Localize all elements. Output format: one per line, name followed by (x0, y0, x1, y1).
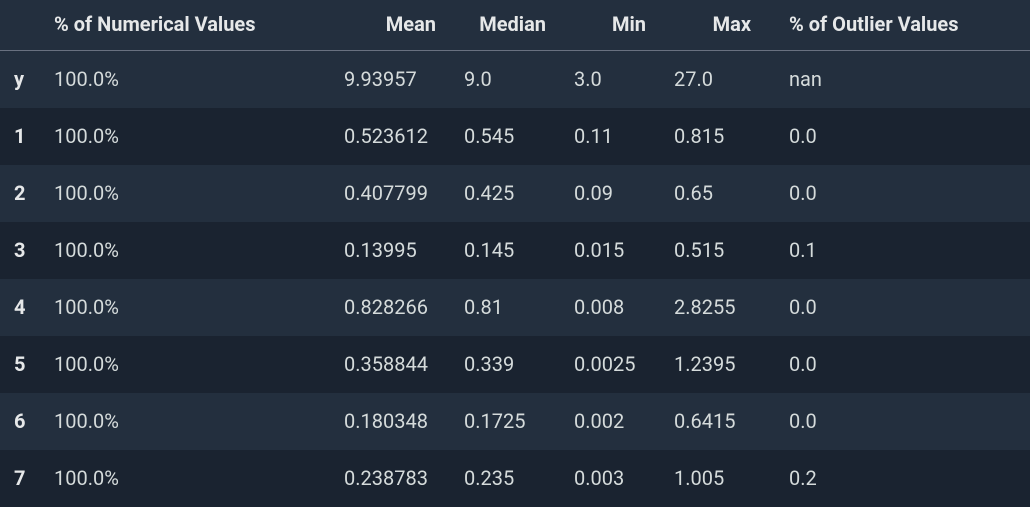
cell-max: 1.005 (660, 450, 765, 507)
table-body: y 100.0% 9.93957 9.0 3.0 27.0 nan 1 100.… (0, 51, 1030, 507)
cell-idx: 5 (0, 336, 40, 393)
table-header-row: % of Numerical Values Mean Median Min Ma… (0, 0, 1030, 51)
cell-pct-outlier: 0.0 (765, 279, 1030, 336)
table-row: 2 100.0% 0.407799 0.425 0.09 0.65 0.0 (0, 165, 1030, 222)
table-row: 3 100.0% 0.13995 0.145 0.015 0.515 0.1 (0, 222, 1030, 279)
stats-table: % of Numerical Values Mean Median Min Ma… (0, 0, 1030, 507)
cell-median: 0.81 (450, 279, 560, 336)
cell-median: 0.425 (450, 165, 560, 222)
header-median: Median (450, 0, 560, 51)
cell-pct-numerical: 100.0% (40, 51, 330, 108)
cell-max: 0.65 (660, 165, 765, 222)
cell-min: 0.015 (560, 222, 660, 279)
cell-max: 0.6415 (660, 393, 765, 450)
cell-pct-numerical: 100.0% (40, 450, 330, 507)
cell-median: 0.235 (450, 450, 560, 507)
cell-idx: 2 (0, 165, 40, 222)
cell-pct-numerical: 100.0% (40, 108, 330, 165)
cell-idx: 1 (0, 108, 40, 165)
cell-mean: 0.358844 (330, 336, 450, 393)
table-row: 4 100.0% 0.828266 0.81 0.008 2.8255 0.0 (0, 279, 1030, 336)
cell-min: 3.0 (560, 51, 660, 108)
header-max: Max (660, 0, 765, 51)
table-row: y 100.0% 9.93957 9.0 3.0 27.0 nan (0, 51, 1030, 108)
header-pct-outlier: % of Outlier Values (765, 0, 1030, 51)
cell-pct-numerical: 100.0% (40, 165, 330, 222)
cell-mean: 0.180348 (330, 393, 450, 450)
cell-pct-outlier: nan (765, 51, 1030, 108)
table-row: 7 100.0% 0.238783 0.235 0.003 1.005 0.2 (0, 450, 1030, 507)
cell-pct-numerical: 100.0% (40, 222, 330, 279)
header-mean: Mean (330, 0, 450, 51)
stats-table-container: % of Numerical Values Mean Median Min Ma… (0, 0, 1030, 507)
cell-pct-outlier: 0.2 (765, 450, 1030, 507)
cell-max: 0.815 (660, 108, 765, 165)
cell-median: 0.339 (450, 336, 560, 393)
cell-pct-outlier: 0.0 (765, 336, 1030, 393)
cell-pct-numerical: 100.0% (40, 393, 330, 450)
cell-idx: y (0, 51, 40, 108)
cell-mean: 0.407799 (330, 165, 450, 222)
cell-pct-outlier: 0.0 (765, 165, 1030, 222)
header-min: Min (560, 0, 660, 51)
cell-median: 9.0 (450, 51, 560, 108)
cell-pct-outlier: 0.1 (765, 222, 1030, 279)
cell-min: 0.0025 (560, 336, 660, 393)
cell-pct-numerical: 100.0% (40, 279, 330, 336)
header-index (0, 0, 40, 51)
cell-pct-outlier: 0.0 (765, 393, 1030, 450)
cell-mean: 0.828266 (330, 279, 450, 336)
cell-mean: 0.523612 (330, 108, 450, 165)
table-row: 6 100.0% 0.180348 0.1725 0.002 0.6415 0.… (0, 393, 1030, 450)
cell-max: 0.515 (660, 222, 765, 279)
cell-idx: 7 (0, 450, 40, 507)
cell-min: 0.008 (560, 279, 660, 336)
cell-pct-numerical: 100.0% (40, 336, 330, 393)
cell-median: 0.1725 (450, 393, 560, 450)
cell-max: 1.2395 (660, 336, 765, 393)
cell-min: 0.002 (560, 393, 660, 450)
cell-idx: 3 (0, 222, 40, 279)
cell-min: 0.11 (560, 108, 660, 165)
cell-mean: 0.13995 (330, 222, 450, 279)
cell-pct-outlier: 0.0 (765, 108, 1030, 165)
cell-median: 0.145 (450, 222, 560, 279)
cell-mean: 0.238783 (330, 450, 450, 507)
cell-idx: 4 (0, 279, 40, 336)
cell-max: 2.8255 (660, 279, 765, 336)
cell-mean: 9.93957 (330, 51, 450, 108)
table-row: 1 100.0% 0.523612 0.545 0.11 0.815 0.0 (0, 108, 1030, 165)
cell-min: 0.003 (560, 450, 660, 507)
cell-idx: 6 (0, 393, 40, 450)
cell-median: 0.545 (450, 108, 560, 165)
cell-min: 0.09 (560, 165, 660, 222)
cell-max: 27.0 (660, 51, 765, 108)
header-pct-numerical: % of Numerical Values (40, 0, 330, 51)
table-row: 5 100.0% 0.358844 0.339 0.0025 1.2395 0.… (0, 336, 1030, 393)
